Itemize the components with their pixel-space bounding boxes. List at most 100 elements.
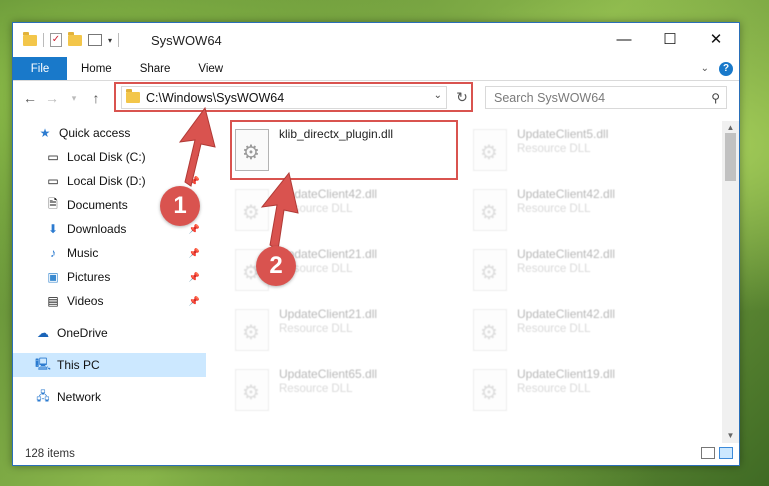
status-bar: 128 items [13, 443, 739, 465]
pin-icon[interactable]: 📌 [189, 248, 200, 259]
videos-icon: ▤ [47, 294, 59, 308]
divider [43, 33, 44, 47]
file-highlight-box [230, 120, 458, 180]
ribbon-right: ⌄ ? [701, 57, 739, 80]
sidebar-item-label: Pictures [67, 270, 111, 284]
sidebar-item-label: Local Disk (C:) [67, 150, 146, 164]
item-count: 128 items [25, 448, 75, 460]
back-arrow-icon[interactable]: ← [19, 90, 41, 106]
view-toggle [701, 447, 733, 459]
file-name: UpdateClient21.dll [279, 307, 378, 321]
file-type: Resource DLL [517, 263, 591, 275]
file-name: UpdateClient42.dll [517, 247, 616, 261]
file-type: Resource DLL [517, 323, 591, 335]
divider [118, 33, 120, 47]
dll-file-icon [473, 369, 507, 411]
dll-file-icon [235, 309, 269, 351]
sidebar-item-local-disk-c[interactable]: ▭ Local Disk (C:) 📌 [13, 145, 206, 169]
forward-arrow-icon[interactable]: → [41, 90, 63, 106]
file-name: UpdateClient42.dll [517, 187, 616, 201]
tab-home[interactable]: Home [67, 57, 126, 80]
sidebar-item-label: Music [67, 246, 99, 260]
window-controls: — ☐ ✕ [601, 23, 739, 55]
sidebar-item-label: Local Disk (D:) [67, 174, 146, 188]
sidebar-item-label: Network [57, 390, 102, 404]
new-folder-icon[interactable] [68, 31, 82, 46]
step-two-badge: 2 [256, 246, 296, 286]
close-button[interactable]: ✕ [693, 23, 739, 55]
sidebar-item-onedrive[interactable]: ☁ OneDrive [13, 321, 206, 345]
tab-file[interactable]: File [13, 57, 67, 80]
sidebar-item-label: OneDrive [57, 326, 108, 340]
file-item[interactable]: UpdateClient42.dll Resource DLL [235, 187, 455, 243]
pc-icon: 🖳 [35, 356, 52, 371]
tab-view[interactable]: View [184, 57, 237, 80]
vertical-scrollbar[interactable]: ▲ ▼ [722, 121, 739, 443]
expand-ribbon-icon[interactable]: ⌄ [701, 63, 709, 74]
dll-file-icon [473, 249, 507, 291]
downloads-icon: ⬇ [47, 222, 59, 236]
file-item[interactable]: UpdateClient19.dll Resource DLL [473, 367, 693, 423]
sidebar-item-this-pc[interactable]: 🖳 This PC [13, 353, 206, 377]
sidebar-item-label: Downloads [67, 222, 127, 236]
file-type: Resource DLL [517, 203, 591, 215]
step-one-badge: 1 [160, 186, 200, 226]
file-name: UpdateClient65.dll [279, 367, 378, 381]
file-name: UpdateClient42.dll [517, 307, 616, 321]
dll-file-icon [235, 369, 269, 411]
file-name: UpdateClient19.dll [517, 367, 616, 381]
scroll-thumb[interactable] [725, 133, 736, 181]
sidebar-item-music[interactable]: ♪ Music 📌 [13, 241, 206, 265]
file-item[interactable]: UpdateClient42.dll Resource DLL [473, 247, 693, 303]
sidebar-item-pictures[interactable]: ▣ Pictures 📌 [13, 265, 206, 289]
file-item[interactable]: UpdateClient42.dll Resource DLL [473, 307, 693, 363]
dll-file-icon [473, 309, 507, 351]
file-item[interactable]: UpdateClient65.dll Resource DLL [235, 367, 455, 423]
window-title: SysWOW64 [151, 33, 222, 48]
help-icon[interactable]: ? [719, 61, 733, 76]
file-item[interactable]: UpdateClient5.dll Resource DLL [473, 127, 693, 183]
file-type: Resource DLL [279, 383, 353, 395]
onedrive-icon: ☁ [37, 326, 49, 340]
sidebar-item-label: This PC [57, 358, 100, 372]
file-type: Resource DLL [517, 143, 591, 155]
sidebar-item-label: Quick access [59, 126, 131, 140]
properties-check-icon[interactable]: ✓ [50, 33, 62, 47]
pin-icon[interactable]: 📌 [189, 224, 200, 235]
sidebar-item-label: Videos [67, 294, 104, 308]
scroll-down-icon[interactable]: ▼ [722, 429, 739, 443]
folder-icon [23, 31, 37, 46]
drive-icon: ▭ [47, 174, 59, 188]
sidebar-item-videos[interactable]: ▤ Videos 📌 [13, 289, 206, 313]
pin-icon[interactable]: 📌 [189, 152, 200, 163]
file-type: Resource DLL [279, 323, 353, 335]
pin-icon[interactable]: 📌 [189, 296, 200, 307]
address-highlight-box [114, 82, 473, 112]
title-bar: ✓ ▾ SysWOW64 — ☐ ✕ [13, 23, 739, 57]
music-icon: ♪ [50, 246, 56, 260]
pin-icon[interactable]: 📌 [189, 176, 200, 187]
dll-file-icon [235, 189, 269, 231]
sidebar-item-network[interactable]: 🖧 Network [13, 385, 206, 409]
details-view-icon[interactable] [701, 447, 715, 459]
properties-icon[interactable] [88, 34, 102, 46]
recent-locations-icon[interactable]: ▾ [63, 93, 85, 104]
customize-dropdown-icon[interactable]: ▾ [108, 36, 112, 45]
documents-icon: 🗎 [48, 196, 58, 211]
maximize-button[interactable]: ☐ [647, 23, 693, 55]
minimize-button[interactable]: — [601, 23, 647, 55]
search-input[interactable]: Search SysWOW64 ⚲ [485, 86, 727, 109]
sidebar-item-quick-access[interactable]: ★ Quick access [13, 121, 206, 145]
search-placeholder: Search SysWOW64 [494, 90, 606, 105]
tab-share[interactable]: Share [126, 57, 185, 80]
search-icon: ⚲ [711, 91, 720, 105]
file-type: Resource DLL [517, 383, 591, 395]
file-name: UpdateClient5.dll [517, 127, 609, 141]
ribbon-tabs: File Home Share View ⌄ ? [13, 57, 739, 81]
file-item[interactable]: UpdateClient21.dll Resource DLL [235, 307, 455, 363]
large-icons-view-icon[interactable] [719, 447, 733, 459]
sidebar-item-label: Documents [67, 198, 128, 212]
file-item[interactable]: UpdateClient42.dll Resource DLL [473, 187, 693, 243]
pin-icon[interactable]: 📌 [189, 272, 200, 283]
up-arrow-icon[interactable]: ↑ [85, 90, 107, 106]
